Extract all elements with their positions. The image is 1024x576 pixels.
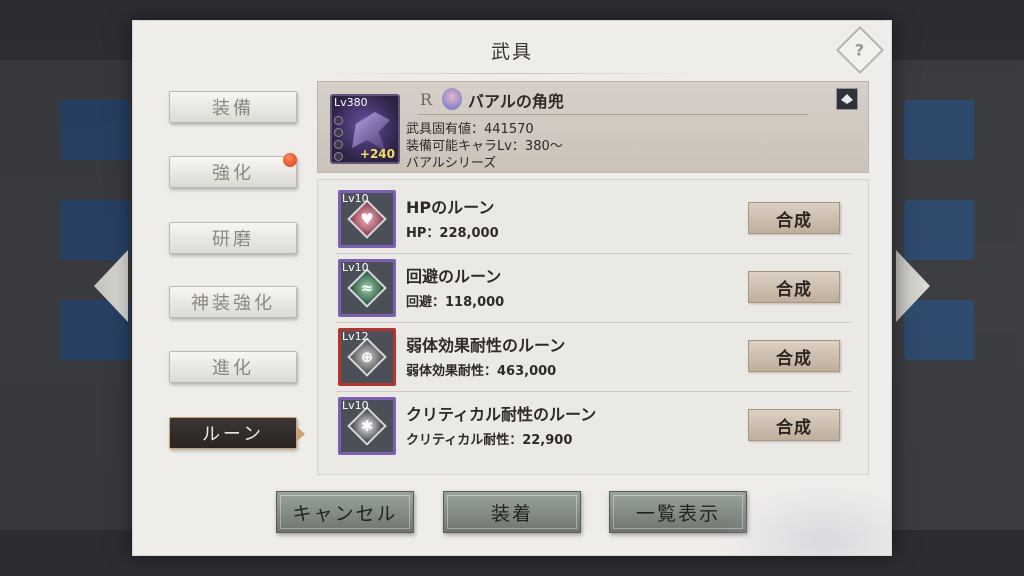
rune-level: Lv10 [342,261,369,274]
rune-name: クリティカル耐性のルーン [406,405,597,424]
item-name: バアルの角兜 [468,92,564,111]
rune-level: Lv10 [342,192,369,205]
horn-helmet-icon [352,112,390,152]
item-thumbnail[interactable]: Lv380 +240 [330,94,400,164]
evade-rune-icon[interactable]: ≈ Lv10 [338,259,396,317]
equipment-dialog: 武具 ? 装備 強化 研磨 神装強化 進化 ルーン Lv380 +240 R バ… [132,20,892,556]
gem-slots [334,116,343,161]
rune-stat: HP：228,000 [406,226,499,241]
tab-enhance[interactable]: 強化 [169,156,297,188]
rune-name: HPのルーン [406,198,495,217]
rune-name: 回避のルーン [406,267,502,286]
rune-name: 弱体効果耐性のルーン [406,336,566,355]
item-series: バアルシリーズ [406,156,497,171]
item-rarity: R [420,90,433,109]
dialog-title: 武具 [490,41,533,63]
tab-divine-enhance[interactable]: 神装強化 [169,286,297,318]
cancel-button[interactable]: キャンセル [276,491,414,533]
heart-rune-icon[interactable]: ♥ Lv10 [338,190,396,248]
list-item: ✱ Lv10 クリティカル耐性のルーン クリティカル耐性：22,900 合成 [318,391,870,460]
item-plus: +240 [359,147,395,161]
rune-stat: 弱体効果耐性：463,000 [406,364,557,379]
debuff-resist-rune-icon[interactable]: ⊕ Lv12 [338,328,396,386]
weapon-type-icon [836,88,858,110]
help-button[interactable]: ? [835,25,885,75]
rune-list: ♥ Lv10 HPのルーン HP：228,000 合成 ≈ Lv10 回避のルー… [317,179,869,475]
synthesize-button[interactable]: 合成 [748,202,840,234]
rune-level: Lv10 [342,399,369,412]
notification-badge [283,153,297,167]
crit-resist-rune-icon[interactable]: ✱ Lv10 [338,397,396,455]
synthesize-button[interactable]: 合成 [748,340,840,372]
decorative-flower [721,485,891,555]
list-item: ⊕ Lv12 弱体効果耐性のルーン 弱体効果耐性：463,000 合成 [318,322,870,391]
tab-evolve[interactable]: 進化 [169,351,297,383]
rune-level: Lv12 [342,330,369,343]
list-item: ♥ Lv10 HPのルーン HP：228,000 合成 [318,184,870,253]
rune-stat: 回避：118,000 [406,295,505,310]
header-divider [418,114,808,115]
list-item: ≈ Lv10 回避のルーン 回避：118,000 合成 [318,253,870,322]
character-icon [442,88,462,110]
tab-equip[interactable]: 装備 [169,91,297,123]
synthesize-button[interactable]: 合成 [748,271,840,303]
synthesize-button[interactable]: 合成 [748,409,840,441]
title-divider [323,73,701,74]
tab-rune[interactable]: ルーン [169,417,305,449]
rune-stat: クリティカル耐性：22,900 [406,433,573,448]
item-header: Lv380 +240 R バアルの角兜 武具固有値：441570 装備可能キャラ… [317,81,869,173]
tab-polish[interactable]: 研磨 [169,222,297,254]
equip-button[interactable]: 装着 [443,491,581,533]
help-diamond-icon: ? [855,40,865,60]
item-level: Lv380 [334,96,368,109]
